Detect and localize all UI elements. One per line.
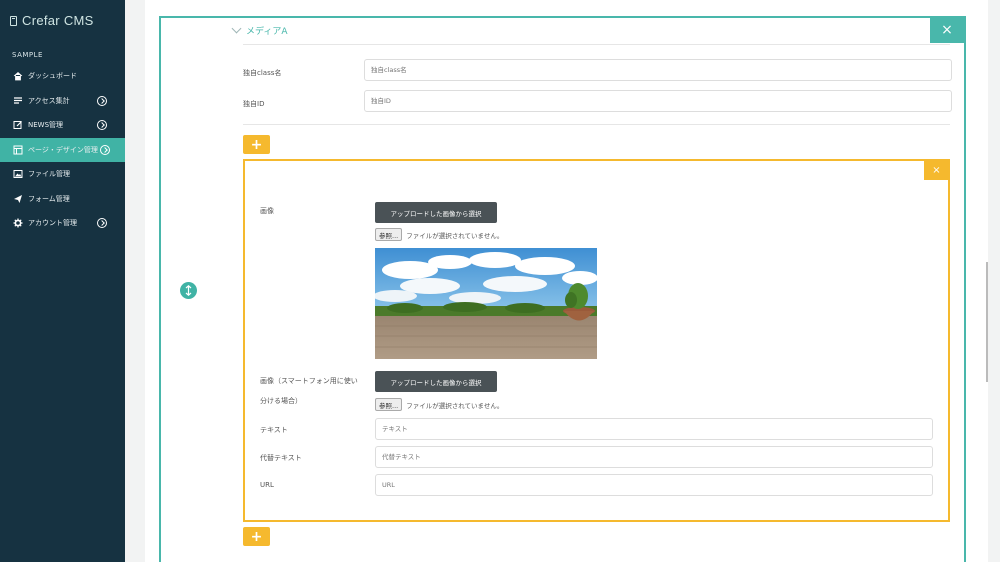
url-input[interactable]: [375, 474, 933, 496]
sidebar: Crefar CMS SAMPLE ダッシュボード アクセス集計 NEWS管理: [0, 0, 125, 562]
text-label: テキスト: [260, 426, 288, 434]
sidebar-item-label: フォーム管理: [28, 194, 70, 203]
edit-icon: [13, 120, 23, 130]
expand-icon[interactable]: [97, 218, 107, 228]
sidebar-item-page-design[interactable]: ページ・デザイン管理: [0, 137, 125, 162]
image-preview: [375, 248, 597, 359]
layout-icon: [13, 145, 23, 155]
text-input[interactable]: [375, 418, 933, 440]
browse-button[interactable]: 参照...: [375, 228, 403, 241]
sp-image-label-line1: 画像（スマートフォン用に使い: [260, 377, 358, 385]
scrollbar[interactable]: [986, 262, 988, 382]
sidebar-item-label: NEWS管理: [28, 121, 64, 130]
close-image-block-button[interactable]: ×: [924, 160, 949, 180]
app-logo[interactable]: Crefar CMS: [10, 13, 94, 28]
sp-file-picker: 参照... ファイルが選択されていません。: [375, 398, 503, 411]
class-name-label: 独自class名: [243, 69, 282, 77]
select-uploaded-image-button[interactable]: アップロードした画像から選択: [375, 202, 497, 223]
sidebar-item-label: ページ・デザイン管理: [28, 145, 98, 154]
sidebar-item-label: ファイル管理: [28, 170, 70, 179]
sidebar-item-dashboard[interactable]: ダッシュボード: [0, 64, 125, 89]
sp-browse-button[interactable]: 参照...: [375, 398, 403, 411]
add-element-button-bottom[interactable]: +: [243, 527, 270, 546]
custom-id-input[interactable]: [364, 90, 952, 112]
sidebar-item-access[interactable]: アクセス集計: [0, 89, 125, 114]
close-media-block-button[interactable]: ×: [930, 17, 964, 43]
file-picker: 参照... ファイルが選択されていません。: [375, 228, 503, 241]
home-icon: [13, 71, 23, 81]
divider: [243, 124, 950, 125]
sidebar-item-files[interactable]: ファイル管理: [0, 162, 125, 187]
sidebar-item-label: アクセス集計: [28, 96, 70, 105]
sidebar-item-forms[interactable]: フォーム管理: [0, 187, 125, 212]
send-icon: [13, 194, 23, 204]
logo-text: Crefar CMS: [22, 13, 94, 28]
sidebar-nav: ダッシュボード アクセス集計 NEWS管理 ページ・デザイン管理 ファイル管理 …: [0, 64, 125, 236]
expand-icon[interactable]: [97, 120, 107, 130]
sidebar-item-news[interactable]: NEWS管理: [0, 113, 125, 138]
custom-id-label: 独自ID: [243, 100, 265, 108]
site-section-label: SAMPLE: [12, 51, 43, 59]
sidebar-item-label: アカウント管理: [28, 219, 77, 228]
list-icon: [13, 96, 23, 106]
divider: [243, 44, 950, 45]
alt-text-input[interactable]: [375, 446, 933, 468]
class-name-input[interactable]: [364, 59, 952, 81]
media-block-header[interactable]: メディアA: [231, 23, 288, 37]
logo-icon: [10, 15, 17, 26]
add-element-button[interactable]: +: [243, 135, 270, 154]
image-label: 画像: [260, 207, 274, 215]
sp-image-label-line2: 分ける場合）: [260, 397, 302, 405]
sidebar-item-label: ダッシュボード: [28, 72, 77, 81]
select-uploaded-sp-image-button[interactable]: アップロードした画像から選択: [375, 371, 497, 392]
image-icon: [13, 169, 23, 179]
gear-icon: [13, 218, 23, 228]
sp-no-file-text: ファイルが選択されていません。: [406, 401, 504, 410]
media-block-title: メディアA: [246, 27, 288, 37]
no-file-text: ファイルが選択されていません。: [406, 231, 504, 240]
sidebar-item-accounts[interactable]: アカウント管理: [0, 211, 125, 236]
chevron-down-icon: [231, 23, 242, 34]
url-label: URL: [260, 481, 274, 489]
expand-icon[interactable]: [97, 95, 107, 106]
alt-text-label: 代替テキスト: [260, 454, 302, 462]
expand-icon[interactable]: [100, 144, 110, 155]
move-handle-icon[interactable]: [180, 282, 197, 299]
